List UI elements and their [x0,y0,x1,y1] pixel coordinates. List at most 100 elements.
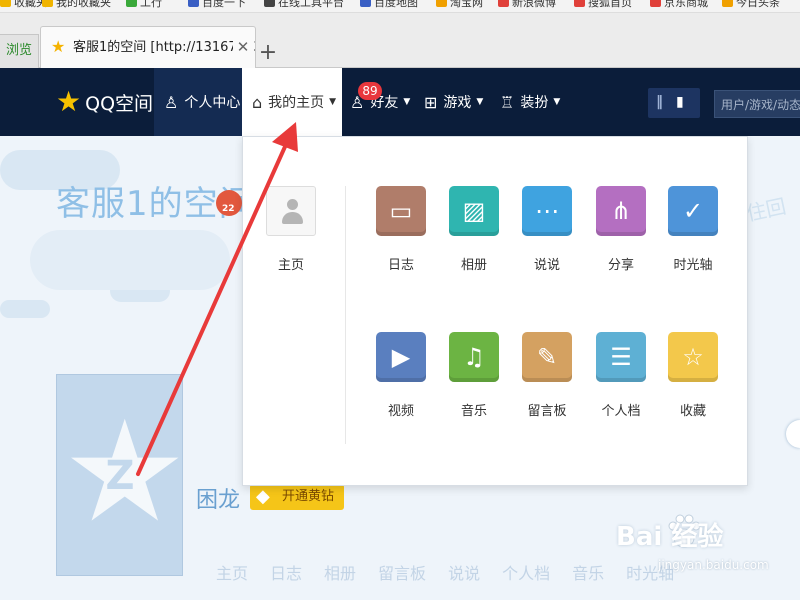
watermark-url: jingyan.baidu.com [658,558,769,572]
profile-nav-item[interactable]: 日志 [270,560,302,584]
menu-item-timeline[interactable]: ✓ 时光轴 [668,186,718,273]
bookmark-item[interactable]: 新浪微博 [498,0,556,10]
side-scroll-handle[interactable] [786,420,800,448]
person-icon: ♙ [164,92,179,112]
nav-label: 游戏 [443,95,472,111]
bookmark-icon [0,0,11,7]
profile-nav-item[interactable]: 音乐 [572,560,604,584]
pause-icon[interactable]: ‖ [656,94,663,110]
bookmark-icon [264,0,275,7]
menu-item-label: 收藏 [679,404,706,419]
nav-my-homepage[interactable]: ⌂ 我的主页 ▼ [242,68,342,136]
browser-tab-bar: 浏览 ★ 客服1的空间 [http://13167633 ✕ + [0,13,800,69]
friends-count-badge: 89 [358,82,382,100]
bookmark-icon [650,0,661,7]
bookmark-icon [436,0,447,7]
caret-down-icon: ▼ [403,97,411,107]
bookmark-icon [574,0,585,7]
caret-down-icon: ▼ [329,97,337,107]
profile-nav-item[interactable]: 相册 [324,560,356,584]
menu-item-shuoshuo[interactable]: ⋯ 说说 [522,186,572,273]
open-vip-button[interactable]: ◆ 开通黄钻 [250,484,345,510]
menu-item-music[interactable]: ♫ 音乐 [449,332,499,419]
menu-item-favorites[interactable]: ☆ 收藏 [668,332,718,419]
nav-personal-center[interactable]: ♙ 个人中心 [154,68,242,136]
menu-item-home[interactable]: 主页 [266,186,316,273]
qzone-favicon-icon: ★ [51,37,66,56]
star-icon: ☆ [668,332,718,382]
chat-bubble-icon: ⋯ [522,186,572,236]
nav-games[interactable]: ⊞ 游戏 ▼ [424,68,483,136]
bookmark-item[interactable]: 我的收藏夹 [42,0,111,10]
menu-item-profile[interactable]: ☰ 个人档 [596,332,646,419]
tab-title: 客服1的空间 [http://13167633 [73,40,255,55]
menu-item-label: 说说 [533,258,560,273]
grid-icon: ⊞ [424,92,438,112]
photo-icon: ▨ [449,186,499,236]
menu-item-label: 分享 [607,258,634,273]
bookmark-icon [126,0,137,7]
cloud-decoration [0,300,50,318]
menu-item-label: 相册 [460,258,487,273]
user-name[interactable]: 困龙 [196,482,240,514]
video-camera-icon: ▶ [376,332,426,382]
active-tab[interactable]: ★ 客服1的空间 [http://13167633 ✕ [40,26,256,69]
menu-item-label: 主页 [277,258,304,273]
home-icon: ⌂ [252,92,263,112]
bookmark-item[interactable]: 淘宝网 [436,0,483,10]
profile-nav-item[interactable]: 留言板 [378,560,426,584]
bar-chart-icon[interactable]: ▮ [676,94,684,110]
music-icon: ♫ [449,332,499,382]
bookmark-icon [42,0,53,7]
bookmark-icon [188,0,199,7]
level-badge: 22 [222,204,235,214]
bookmark-item[interactable]: 在线工具平台 [264,0,344,10]
menu-item-diary[interactable]: ▭ 日志 [376,186,426,273]
nav-label: 个人中心 [184,95,241,111]
avatar-z-icon: Z [105,453,135,499]
search-input[interactable]: 用户/游戏/动态 [714,90,800,118]
menu-item-label: 日志 [387,258,414,273]
bookmark-item[interactable]: 百度一下 [188,0,246,10]
close-icon[interactable]: ✕ [233,39,253,56]
cloud-decoration [30,230,230,290]
bookmarks-bar: 收藏夹 我的收藏夹 工行 百度一下 在线工具平台 百度地图 淘宝网 新浪微博 搜… [0,0,800,13]
nav-label: 装扮 [520,95,549,111]
bookmark-icon [498,0,509,7]
bookmark-item[interactable]: 今日头条 [722,0,780,10]
profile-nav-item[interactable]: 说说 [448,560,480,584]
caret-down-icon: ▼ [476,97,484,107]
menu-item-message-board[interactable]: ✎ 留言板 [522,332,572,419]
location-check-icon: ✓ [668,186,718,236]
bookmark-item[interactable]: 京东商城 [650,0,708,10]
bookmark-item[interactable]: 收藏夹 [0,0,47,10]
bookmark-icon [722,0,733,7]
vip-button-label: 开通黄钻 [282,489,335,504]
view-toggle[interactable]: ‖ ▮ [648,88,700,118]
bookmark-item[interactable]: 工行 [126,0,162,10]
qzone-logo[interactable]: ★ QQ空间 [56,82,153,122]
share-icon: ⋔ [596,186,646,236]
new-tab-button[interactable]: + [258,42,278,64]
user-silhouette-icon [266,186,316,236]
profile-nav-item[interactable]: 个人档 [502,560,550,584]
watermark-text: Bai 经验 [616,522,724,552]
profile-nav: 主页 日志 相册 留言板 说说 个人档 音乐 时光轴 [216,560,696,584]
shirt-icon: ♖ [500,92,515,112]
profile-nav-item[interactable]: 主页 [216,560,248,584]
menu-item-video[interactable]: ▶ 视频 [376,332,426,419]
menu-item-share[interactable]: ⋔ 分享 [596,186,646,273]
menu-item-label: 留言板 [527,404,567,419]
bookmark-icon [360,0,371,7]
menu-item-album[interactable]: ▨ 相册 [449,186,499,273]
bookmark-item[interactable]: 百度地图 [360,0,418,10]
nav-friends[interactable]: ♙ 好友 ▼ [350,68,410,136]
bookmark-item[interactable]: 搜狐首页 [574,0,632,10]
profile-card-icon: ☰ [596,332,646,382]
menu-item-label: 时光轴 [673,258,713,273]
caret-down-icon: ▼ [553,97,561,107]
nav-dress-up[interactable]: ♖ 装扮 ▼ [500,68,560,136]
menu-item-label: 个人档 [601,404,641,419]
side-tab[interactable]: 浏览 [0,34,39,68]
diamond-icon: ◆ [256,486,270,507]
